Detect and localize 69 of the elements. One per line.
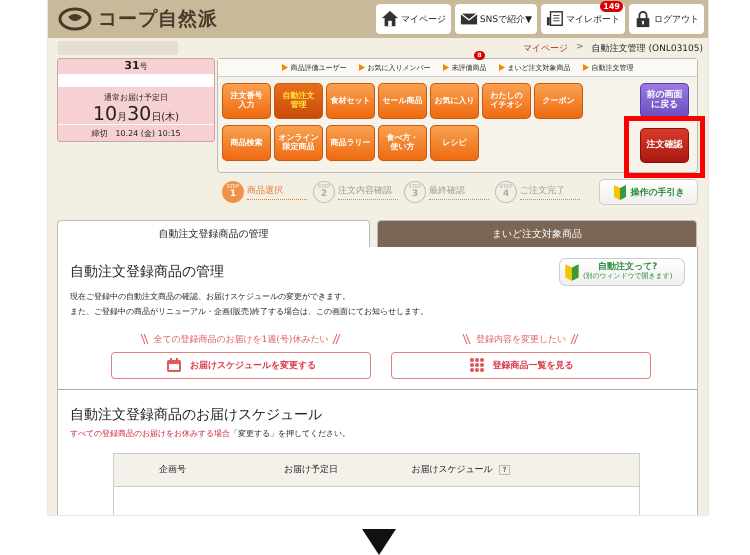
nav-button[interactable]: SNSで紹介▼ bbox=[454, 4, 537, 34]
double-slash-icon bbox=[140, 333, 150, 346]
beginner-mark-icon bbox=[564, 262, 580, 282]
section-title: 自動注文登録商品のお届けスケジュール bbox=[70, 406, 323, 424]
menu-button[interactable]: 食材セット bbox=[326, 83, 375, 119]
triangle-bullet-icon bbox=[358, 64, 364, 71]
caption-text: 登録内容を変更したい bbox=[476, 334, 566, 346]
menu-button[interactable]: 自動注文 管理 bbox=[274, 83, 323, 119]
document-icon bbox=[546, 10, 564, 28]
nav-button[interactable]: マイページ bbox=[376, 4, 451, 34]
back-button[interactable]: 前の画面 に戻る bbox=[640, 83, 689, 118]
delivery-date-part: 30 bbox=[127, 103, 152, 125]
description-text: 現在ご登録中の自動注文商品の確認、お届けスケジュールの変更ができます。 bbox=[70, 291, 351, 303]
nav-button[interactable]: マイレポート 149 bbox=[541, 4, 625, 34]
column-header: お届けスケジュール bbox=[412, 464, 493, 476]
triangle-bullet-icon bbox=[498, 64, 504, 71]
deadline-text: 締切 10.24 (金) 10:15 bbox=[58, 124, 214, 139]
step-label: ご注文完了 bbox=[520, 184, 566, 197]
down-arrow-icon bbox=[362, 529, 396, 555]
menu-button[interactable]: わたしの イチオシ bbox=[482, 83, 531, 119]
lock-icon bbox=[634, 10, 652, 28]
tab[interactable]: まいど注文対象商品 bbox=[377, 220, 697, 247]
calendar-icon bbox=[166, 357, 182, 374]
dot-grid-icon bbox=[468, 357, 484, 374]
order-confirm-button[interactable]: 注文確認 bbox=[640, 128, 689, 163]
logo-mark-icon bbox=[58, 7, 92, 31]
double-slash-icon bbox=[462, 333, 472, 346]
issue-suffix: 号 bbox=[140, 61, 148, 72]
delivery-label: 通常お届け予定日 bbox=[104, 92, 168, 103]
menu-button[interactable]: レシピ bbox=[430, 125, 479, 161]
tab[interactable]: 自動注文登録商品の管理 bbox=[57, 220, 370, 247]
caption-text: 全ての登録商品のお届けを1週(号)休みたい bbox=[154, 334, 328, 346]
logo-text: コープ自然派 bbox=[98, 7, 218, 32]
section-title: 自動注文登録商品の管理 bbox=[70, 263, 224, 281]
house-icon bbox=[380, 10, 399, 28]
issue-number: 31 bbox=[124, 59, 140, 72]
action-button[interactable]: 登録商品一覧を見る bbox=[391, 352, 651, 379]
menu-button[interactable]: 注文番号 入力 bbox=[222, 83, 271, 119]
step-label: 注文内容確認 bbox=[338, 184, 393, 197]
triangle-bullet-icon bbox=[442, 64, 448, 71]
delivery-date-part: (木) bbox=[161, 110, 180, 124]
menu-button[interactable]: オンライン 限定商品 bbox=[274, 125, 323, 161]
breadcrumb-current: 自動注文管理 (ONL03105) bbox=[592, 42, 703, 54]
step-label: 最終確認 bbox=[429, 184, 466, 197]
note-text: すべての登録商品のお届けをお休みする場合「変更する」を押してください。 bbox=[70, 428, 351, 439]
column-header: お届け予定日 bbox=[284, 464, 338, 476]
step-label: 商品選択 bbox=[247, 184, 284, 197]
triangle-bullet-icon bbox=[582, 64, 588, 71]
count-badge: 149 bbox=[600, 1, 623, 12]
column-header: 企画号 bbox=[159, 464, 186, 476]
breadcrumb-link[interactable]: マイページ bbox=[523, 42, 568, 54]
menu-button[interactable]: クーポン bbox=[534, 83, 583, 119]
menu-button[interactable]: セール商品 bbox=[378, 83, 427, 119]
menu-button[interactable]: お気に入り bbox=[430, 83, 479, 119]
double-slash-icon bbox=[570, 333, 580, 346]
delivery-date-part: 日 bbox=[151, 111, 162, 124]
nav-button[interactable]: ログアウト bbox=[629, 4, 704, 34]
menu-button[interactable]: 食べ方・ 使い方 bbox=[378, 125, 427, 161]
guide-button[interactable]: 操作の手引き bbox=[599, 179, 698, 205]
delivery-date-part: 月 bbox=[117, 111, 128, 124]
triangle-bullet-icon bbox=[282, 64, 288, 71]
action-button[interactable]: お届けスケジュールを変更する bbox=[111, 352, 371, 379]
double-slash-icon bbox=[332, 333, 342, 346]
menu-button[interactable]: 商品検索 bbox=[222, 125, 271, 161]
delivery-date-part: 10 bbox=[92, 103, 118, 125]
beginner-mark-icon bbox=[612, 183, 626, 201]
description-text: また、ご登録中の商品がリニューアル・企画(販売)終了する場合は、この画面にてお知らせします。 bbox=[70, 306, 430, 318]
breadcrumb-separator: > bbox=[576, 42, 584, 54]
menu-button[interactable]: 商品ラリー bbox=[326, 125, 375, 161]
